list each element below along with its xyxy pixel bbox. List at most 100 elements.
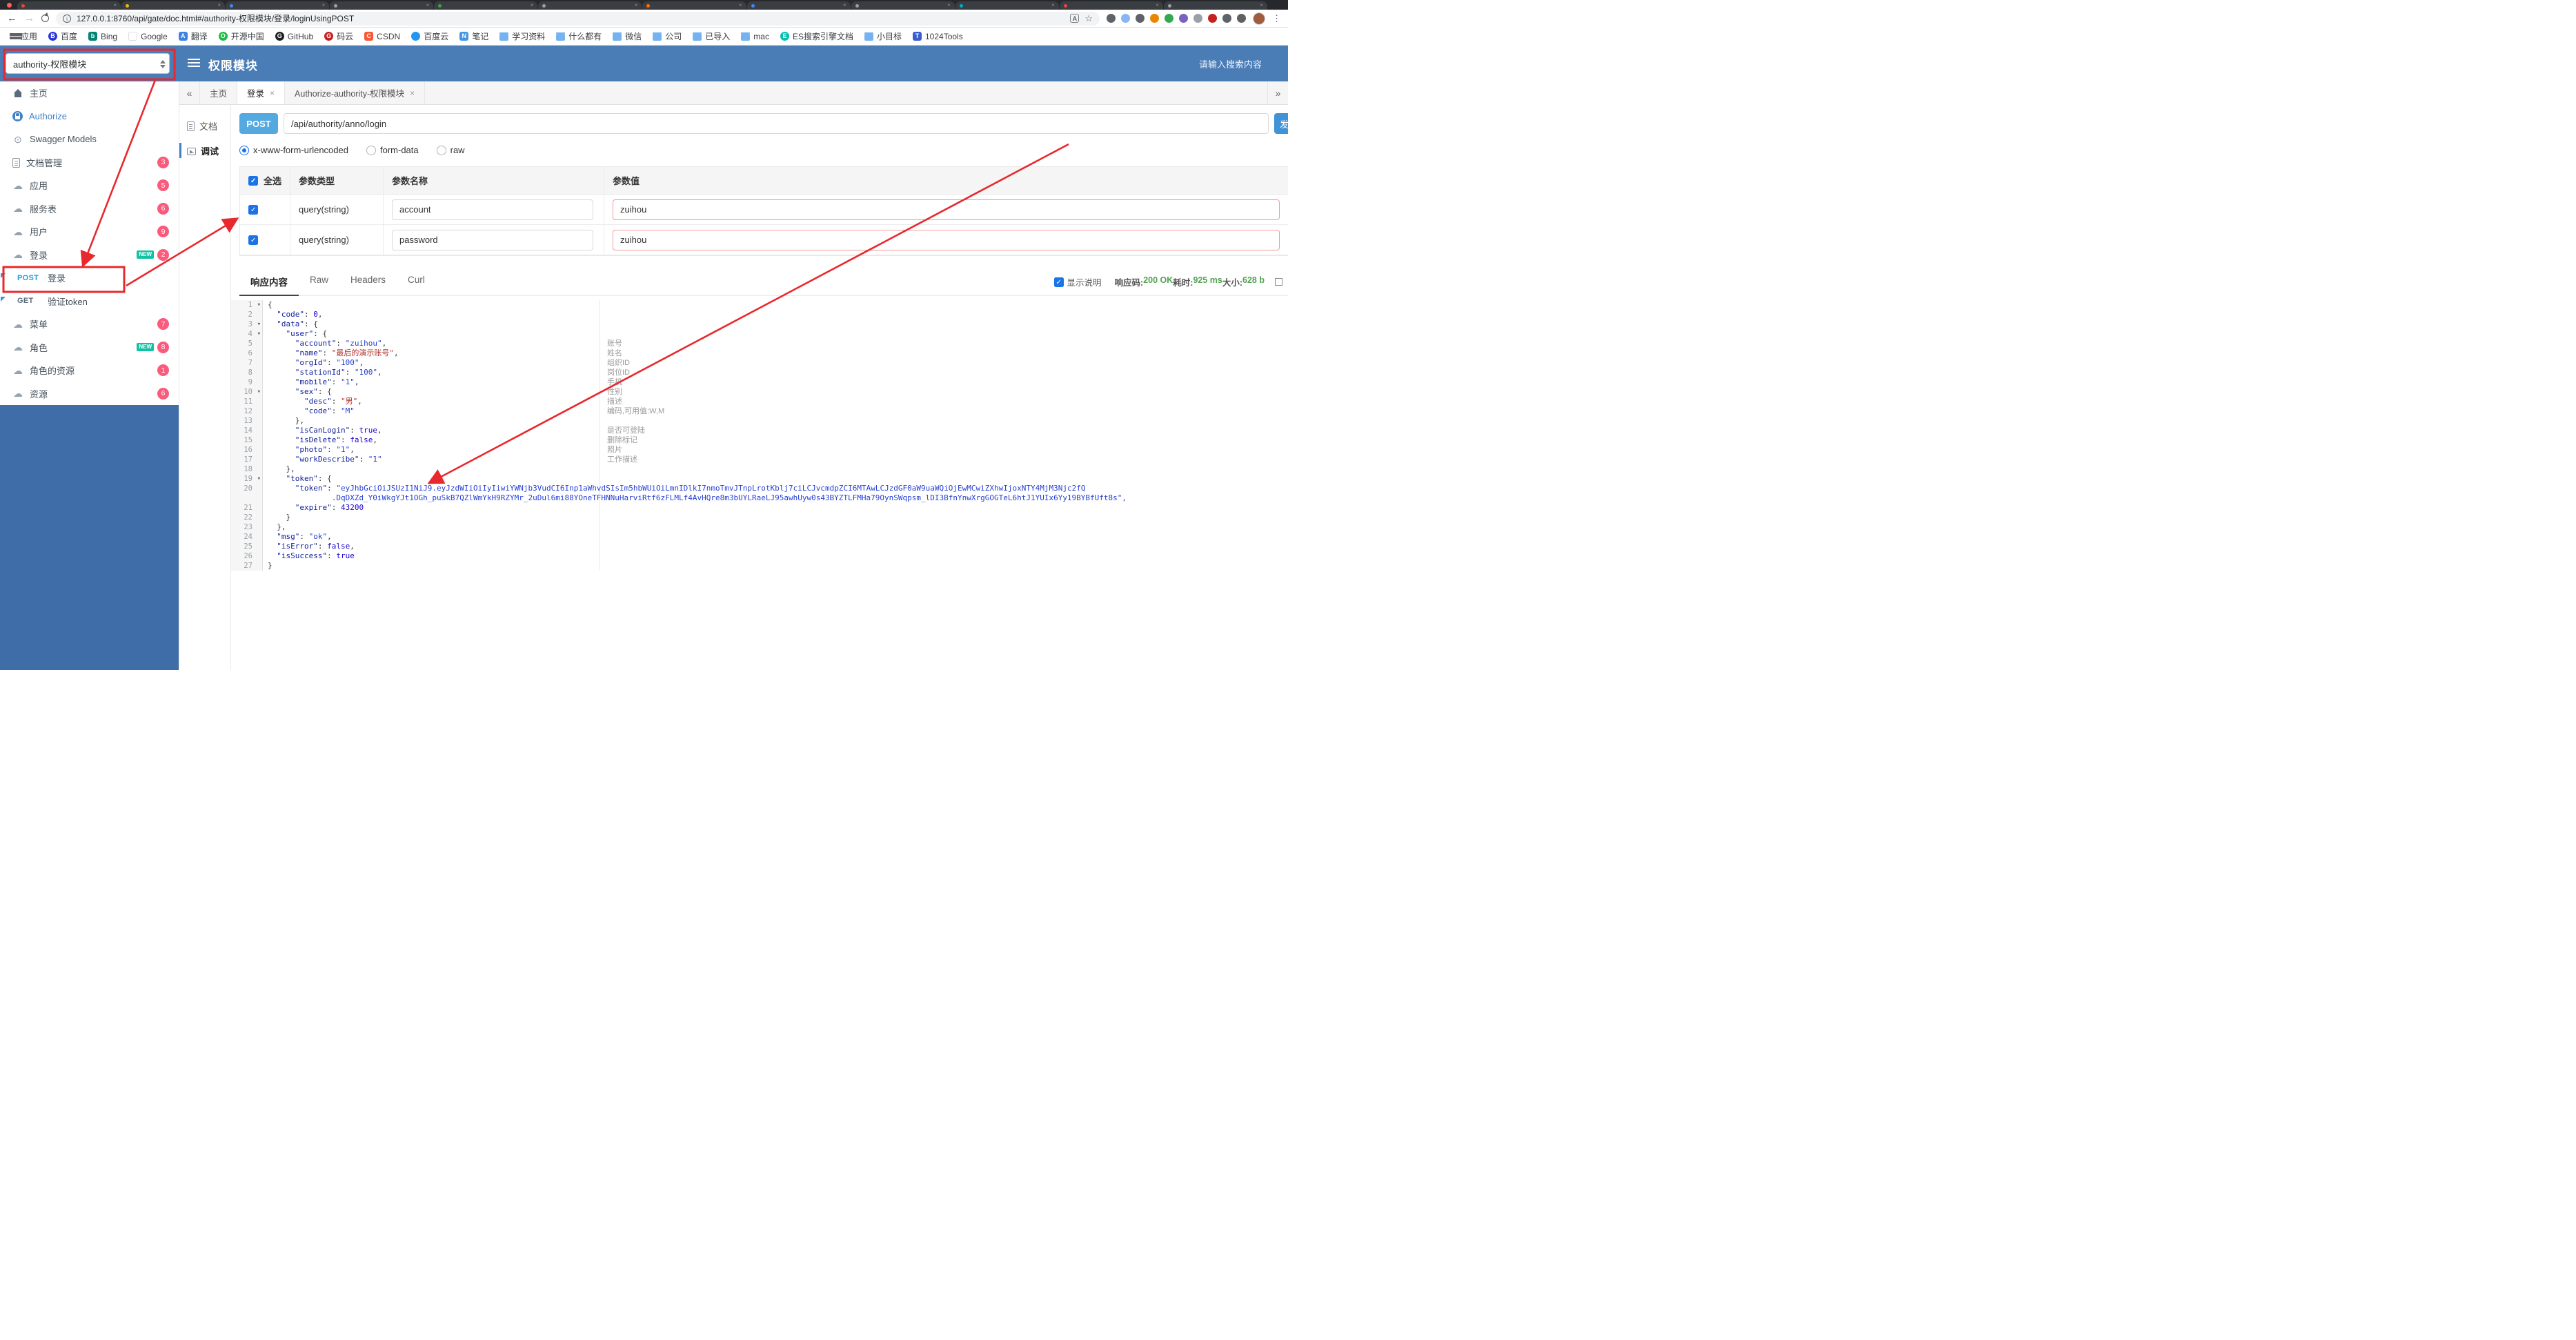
reload-icon[interactable] <box>41 14 49 22</box>
response-tab[interactable]: Headers <box>339 268 397 295</box>
response-tab[interactable]: Raw <box>299 268 339 295</box>
sidebar-item[interactable]: GET 验证token <box>0 290 179 313</box>
url-text[interactable]: 127.0.0.1:8760/api/gate/doc.html#/author… <box>77 12 1064 24</box>
tab-close-icon[interactable] <box>270 88 275 98</box>
tab-close-icon[interactable] <box>217 3 221 8</box>
bookmark-item[interactable]: Bing <box>88 32 117 41</box>
bookmark-item[interactable]: 开源中国 <box>218 30 264 42</box>
bookmark-item[interactable]: 百度 <box>48 30 77 42</box>
extension-icon[interactable] <box>1237 14 1246 23</box>
doc-tab[interactable]: 登录 <box>237 81 286 104</box>
extension-icon[interactable] <box>1193 14 1202 23</box>
fold-icon[interactable] <box>257 319 261 329</box>
extension-icon[interactable] <box>1107 14 1116 23</box>
fold-icon[interactable] <box>257 474 261 484</box>
tab-close-icon[interactable] <box>113 3 117 8</box>
bookmark-item[interactable]: GitHub <box>275 32 313 41</box>
browser-tab[interactable] <box>330 1 434 10</box>
bookmark-item[interactable]: 1024Tools <box>913 32 963 41</box>
sidebar-item[interactable]: 文档管理 3 <box>0 151 179 175</box>
bookmark-item[interactable]: 公司 <box>653 30 682 42</box>
fold-icon[interactable] <box>257 300 261 310</box>
content-type-radio[interactable]: x-www-form-urlencoded <box>239 145 348 155</box>
extension-icon[interactable] <box>1165 14 1173 23</box>
content-type-radio[interactable]: form-data <box>366 145 419 155</box>
browser-tab[interactable] <box>121 1 226 10</box>
browser-tab[interactable] <box>955 1 1059 10</box>
bookmark-item[interactable]: 什么都有 <box>556 30 602 42</box>
extension-icon[interactable] <box>1222 14 1231 23</box>
browser-tab[interactable] <box>642 1 746 10</box>
select-all-checkbox[interactable] <box>248 175 258 186</box>
bookmark-item[interactable]: mac <box>741 32 769 41</box>
doc-tab[interactable]: 主页 <box>200 81 238 104</box>
back-icon[interactable]: ← <box>7 13 17 23</box>
endpoint-input[interactable] <box>284 113 1269 134</box>
header-search-input[interactable]: 请输入搜索内容 <box>1199 57 1262 70</box>
param-checkbox[interactable] <box>248 204 258 215</box>
tab-close-icon[interactable] <box>947 3 951 8</box>
bookmark-item[interactable]: 码云 <box>324 30 353 42</box>
browser-tab[interactable] <box>1059 1 1163 10</box>
service-select[interactable]: authority-权限模块 <box>6 53 170 74</box>
response-tab[interactable]: 响应内容 <box>239 268 299 296</box>
sidebar-item[interactable]: 角色的资源 1 <box>0 359 179 382</box>
translate-icon[interactable] <box>1070 14 1080 23</box>
bookmark-item[interactable]: 百度云 <box>411 30 448 42</box>
bookmark-item[interactable]: Google <box>128 32 168 41</box>
fullscreen-icon[interactable] <box>1275 278 1282 286</box>
tabs-scroll-right-icon[interactable] <box>1267 81 1288 104</box>
doc-tab[interactable]: Authorize-authority-权限模块 <box>285 81 426 104</box>
extension-icon[interactable] <box>1150 14 1159 23</box>
sidebar-item[interactable]: 角色 NEW 8 <box>0 336 179 359</box>
tabs-scroll-left-icon[interactable] <box>179 81 200 104</box>
browser-tab[interactable] <box>434 1 538 10</box>
sidebar-item[interactable]: 登录 NEW 2 <box>0 244 179 267</box>
response-tab[interactable]: Curl <box>397 268 436 295</box>
tab-close-icon[interactable] <box>1156 3 1159 8</box>
tab-close-icon[interactable] <box>426 3 430 8</box>
show-description-checkbox[interactable] <box>1053 277 1064 287</box>
tab-close-icon[interactable] <box>843 3 846 8</box>
bookmark-item[interactable]: 小目标 <box>864 30 902 42</box>
sidebar-item[interactable]: 资源 6 <box>0 382 179 406</box>
bookmark-item[interactable]: 应用 <box>8 30 37 42</box>
tab-close-icon[interactable] <box>739 3 742 8</box>
address-bar[interactable]: 127.0.0.1:8760/api/gate/doc.html#/author… <box>56 11 1100 26</box>
bookmark-star-icon[interactable] <box>1084 14 1093 23</box>
site-info-icon[interactable] <box>63 14 71 23</box>
tab-close-icon[interactable] <box>1260 3 1263 8</box>
sidebar-item[interactable]: 服务表 6 <box>0 197 179 221</box>
tab-close-icon[interactable] <box>410 88 415 98</box>
sidebar-item[interactable]: 用户 9 <box>0 220 179 244</box>
tab-close-icon[interactable] <box>635 3 638 8</box>
fold-icon[interactable] <box>257 329 261 339</box>
bookmark-item[interactable]: 学习资料 <box>499 30 545 42</box>
sidebar-item[interactable]: POST 登录 <box>0 266 179 290</box>
extension-icon[interactable] <box>1179 14 1188 23</box>
menu-collapse-icon[interactable] <box>188 59 200 68</box>
tab-close-icon[interactable] <box>322 3 326 8</box>
param-name-input[interactable] <box>392 229 593 250</box>
sidebar-item[interactable]: Authorize <box>0 105 179 128</box>
browser-tab[interactable] <box>538 1 642 10</box>
subnav-item[interactable]: 文档 <box>179 113 230 138</box>
response-body-editor[interactable]: 1 { <box>231 300 1288 571</box>
browser-menu-icon[interactable] <box>1272 13 1281 24</box>
tab-close-icon[interactable] <box>531 3 534 8</box>
profile-avatar[interactable] <box>1253 12 1265 25</box>
browser-tab[interactable] <box>851 1 955 10</box>
sidebar-item[interactable]: 菜单 7 <box>0 313 179 336</box>
extension-icon[interactable] <box>1208 14 1217 23</box>
content-type-radio[interactable]: raw <box>436 145 465 155</box>
bookmark-item[interactable]: 微信 <box>613 30 642 42</box>
browser-tab[interactable] <box>1163 1 1267 10</box>
tab-close-icon[interactable] <box>1051 3 1055 8</box>
param-value-input[interactable] <box>613 199 1280 220</box>
extension-icon[interactable] <box>1136 14 1145 23</box>
forward-icon[interactable]: → <box>24 13 34 23</box>
param-value-input[interactable] <box>613 229 1280 250</box>
sidebar-item[interactable]: 应用 5 <box>0 174 179 197</box>
bookmark-item[interactable]: 已导入 <box>693 30 730 42</box>
sidebar-item[interactable]: Swagger Models <box>0 128 179 151</box>
